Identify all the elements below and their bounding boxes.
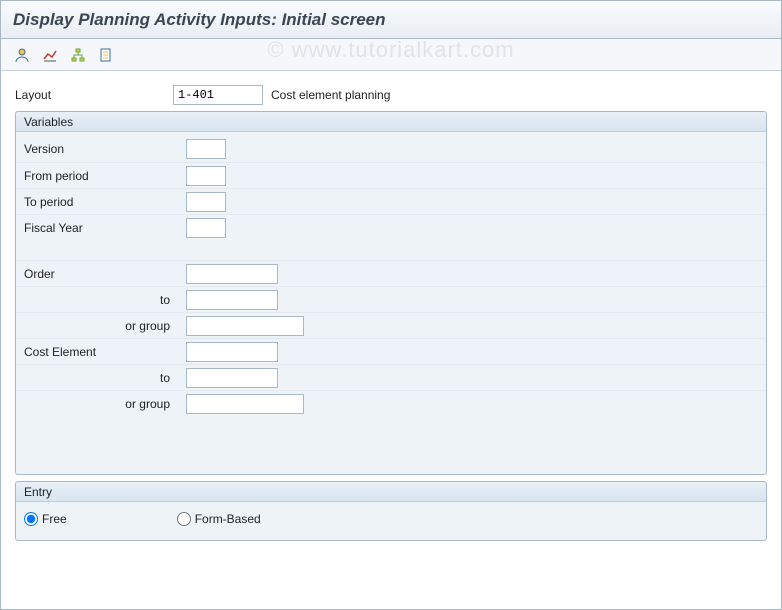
version-label: Version xyxy=(16,142,186,156)
cost-element-group-input[interactable] xyxy=(186,394,304,414)
row-version: Version xyxy=(16,136,766,162)
hierarchy-icon[interactable] xyxy=(67,44,89,66)
order-group-input[interactable] xyxy=(186,316,304,336)
layout-label: Layout xyxy=(15,88,173,102)
entry-free-option[interactable]: Free xyxy=(24,512,67,526)
from-period-input[interactable] xyxy=(186,166,226,186)
cost-element-label: Cost Element xyxy=(16,345,186,359)
row-fiscal-year: Fiscal Year xyxy=(16,214,766,240)
row-cost-element: Cost Element xyxy=(16,338,766,364)
doc-icon[interactable] xyxy=(95,44,117,66)
title-bar: Display Planning Activity Inputs: Initia… xyxy=(1,1,781,39)
row-order-group: or group xyxy=(16,312,766,338)
fiscal-year-input[interactable] xyxy=(186,218,226,238)
layout-input[interactable] xyxy=(173,85,263,105)
content-area: Layout Cost element planning Variables V… xyxy=(1,71,781,551)
from-period-label: From period xyxy=(16,169,186,183)
order-to-input[interactable] xyxy=(186,290,278,310)
row-to-period: To period xyxy=(16,188,766,214)
entry-form-label: Form-Based xyxy=(195,512,261,526)
entry-header: Entry xyxy=(16,482,766,502)
cost-element-to-label: to xyxy=(16,371,186,385)
to-period-label: To period xyxy=(16,195,186,209)
entry-body: Free Form-Based xyxy=(16,502,766,540)
to-period-input[interactable] xyxy=(186,192,226,212)
app-window: Display Planning Activity Inputs: Initia… xyxy=(0,0,782,610)
graph-icon[interactable] xyxy=(39,44,61,66)
row-cost-element-to: to xyxy=(16,364,766,390)
cost-element-group-label: or group xyxy=(16,397,186,411)
order-input[interactable] xyxy=(186,264,278,284)
row-cost-element-group: or group xyxy=(16,390,766,416)
order-to-label: to xyxy=(16,293,186,307)
variables-panel: Variables Version From period To period … xyxy=(15,111,767,475)
entry-form-radio[interactable] xyxy=(177,512,191,526)
page-title: Display Planning Activity Inputs: Initia… xyxy=(13,10,386,30)
entry-free-label: Free xyxy=(42,512,67,526)
order-label: Order xyxy=(16,267,186,281)
variables-body: Version From period To period Fiscal Yea… xyxy=(16,132,766,474)
layout-desc: Cost element planning xyxy=(271,88,390,102)
row-order: Order xyxy=(16,260,766,286)
layout-row: Layout Cost element planning xyxy=(15,85,767,105)
fiscal-year-label: Fiscal Year xyxy=(16,221,186,235)
version-input[interactable] xyxy=(186,139,226,159)
entry-free-radio[interactable] xyxy=(24,512,38,526)
entry-form-option[interactable]: Form-Based xyxy=(177,512,261,526)
order-group-label: or group xyxy=(16,319,186,333)
row-order-to: to xyxy=(16,286,766,312)
entry-panel: Entry Free Form-Based xyxy=(15,481,767,541)
cost-element-input[interactable] xyxy=(186,342,278,362)
cost-element-to-input[interactable] xyxy=(186,368,278,388)
variables-header: Variables xyxy=(16,112,766,132)
person-icon[interactable] xyxy=(11,44,33,66)
row-from-period: From period xyxy=(16,162,766,188)
toolbar xyxy=(1,39,781,71)
